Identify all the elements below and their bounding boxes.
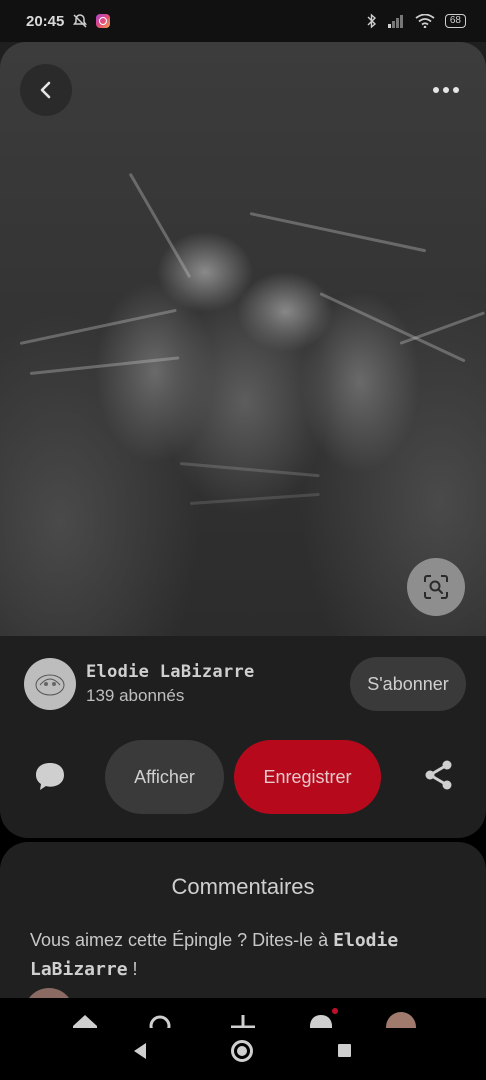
system-navigation-bar xyxy=(0,1028,486,1080)
creator-logo-icon xyxy=(35,674,65,696)
profile-tab[interactable] xyxy=(386,1012,416,1028)
notifications-icon xyxy=(310,1015,332,1028)
notification-dot xyxy=(332,1008,338,1014)
signal-icon xyxy=(387,14,405,28)
dot-icon xyxy=(453,87,459,93)
profile-avatar xyxy=(386,1012,416,1028)
search-tab[interactable] xyxy=(146,1012,176,1028)
comments-prompt: Vous aimez cette Épingle ? Dites-le à El… xyxy=(30,926,460,984)
comments-prompt-suffix: ! xyxy=(127,959,138,979)
triangle-back-icon xyxy=(134,1043,146,1059)
comments-title: Commentaires xyxy=(171,874,315,899)
save-button[interactable]: Enregistrer xyxy=(234,740,381,814)
dot-icon xyxy=(433,87,439,93)
creator-followers: 139 abonnés xyxy=(86,686,185,705)
bluetooth-icon xyxy=(367,13,377,29)
home-icon xyxy=(73,1015,97,1028)
visual-search-icon xyxy=(424,575,448,599)
share-icon xyxy=(425,760,452,790)
creator-row: Elodie LaBizarre 139 abonnés S'abonner xyxy=(24,656,466,712)
pin-image[interactable] xyxy=(0,42,486,636)
creator-name[interactable]: Elodie LaBizarre xyxy=(86,662,255,682)
add-icon xyxy=(231,1015,255,1028)
home-tab[interactable] xyxy=(70,1012,100,1028)
pin-card: Elodie LaBizarre 139 abonnés S'abonner A… xyxy=(0,42,486,838)
back-button[interactable] xyxy=(20,64,72,116)
system-recents-button[interactable] xyxy=(338,1044,351,1057)
comments-section: Commentaires Vous aimez cette Épingle ? … xyxy=(0,842,486,1012)
notifications-tab[interactable] xyxy=(306,1012,336,1028)
mute-alarm-icon xyxy=(72,13,88,29)
share-button[interactable] xyxy=(422,758,456,792)
system-back-button[interactable] xyxy=(132,1042,148,1065)
creator-avatar[interactable] xyxy=(24,658,76,710)
comment-icon xyxy=(36,763,64,790)
dot-icon xyxy=(443,87,449,93)
bottom-tab-bar xyxy=(0,998,486,1028)
system-home-button[interactable] xyxy=(231,1040,253,1062)
search-icon xyxy=(149,1015,171,1028)
view-button[interactable]: Afficher xyxy=(105,740,224,814)
status-bar: 20:45 68 xyxy=(0,0,486,42)
status-time: 20:45 xyxy=(26,12,65,30)
visual-search-button[interactable] xyxy=(407,558,465,616)
follow-button[interactable]: S'abonner xyxy=(350,657,466,711)
instagram-icon xyxy=(96,14,111,28)
chevron-left-icon xyxy=(40,81,51,99)
wifi-icon xyxy=(415,14,435,28)
create-tab[interactable] xyxy=(228,1012,258,1028)
action-row: Afficher Enregistrer xyxy=(0,740,486,816)
more-options-button[interactable] xyxy=(424,70,468,110)
battery-icon: 68 xyxy=(444,14,466,28)
comments-prompt-text: Vous aimez cette Épingle ? Dites-le à xyxy=(30,930,334,950)
comment-button[interactable] xyxy=(32,758,68,794)
